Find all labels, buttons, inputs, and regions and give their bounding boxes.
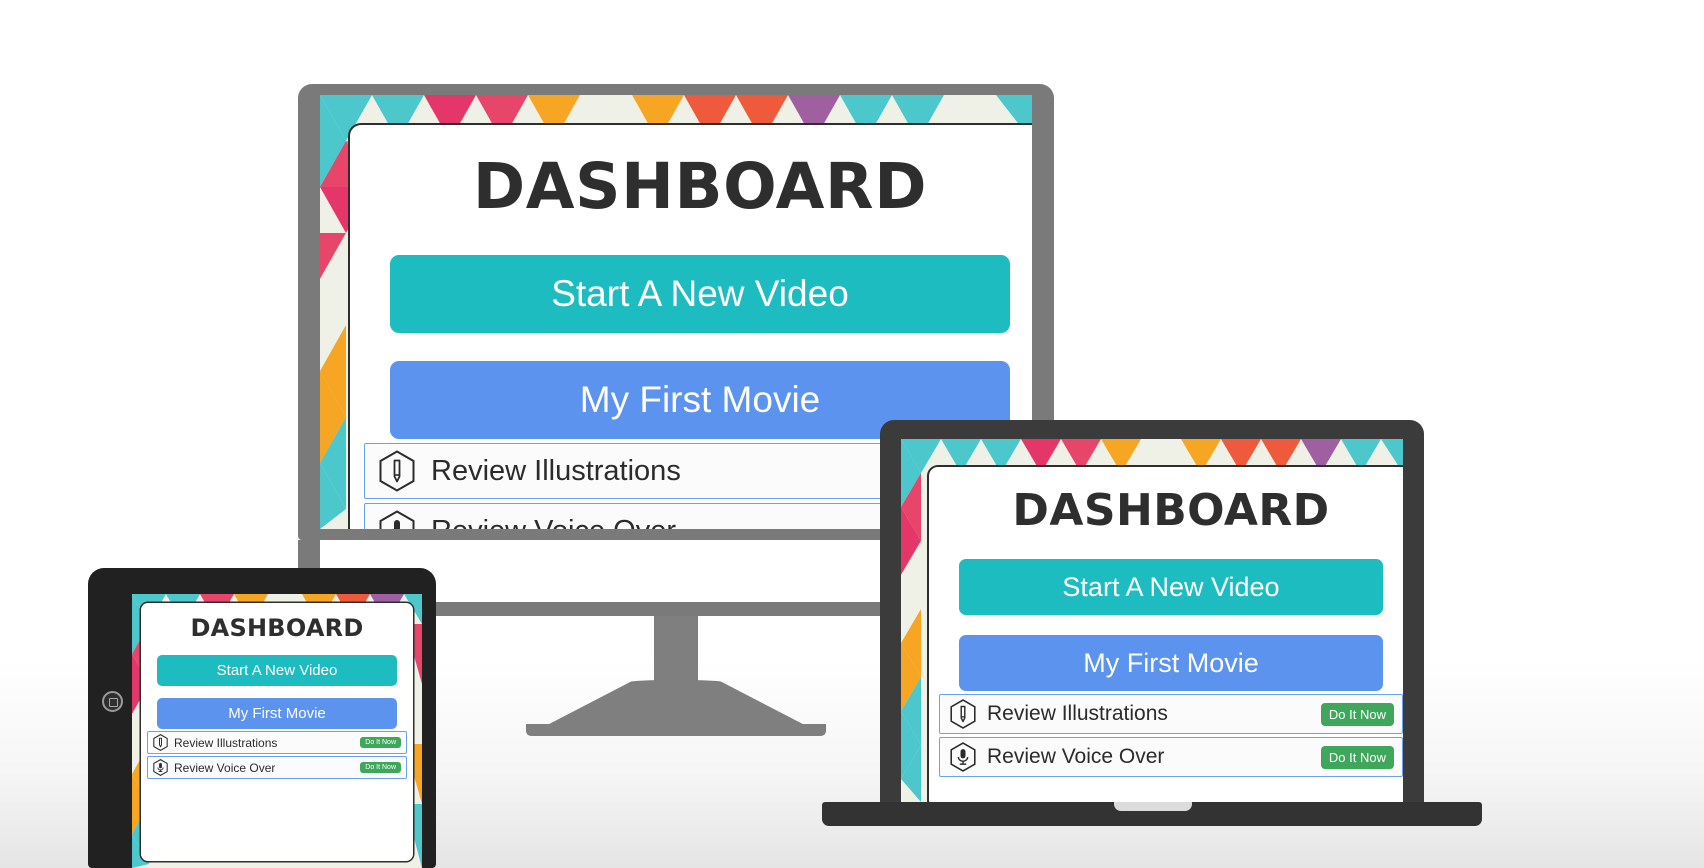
pen-hexagon-icon	[379, 450, 415, 492]
page-title: DASHBOARD	[190, 614, 364, 642]
start-a-new-video-button[interactable]: Start A New Video	[959, 559, 1383, 615]
scene-root: DASHBOARD Start A New Video My First Mov…	[0, 0, 1704, 868]
task-label: Review Illustrations	[431, 454, 681, 487]
start-a-new-video-button[interactable]: Start A New Video	[157, 655, 397, 686]
task-row[interactable]: Review Illustrations Do It Now	[147, 731, 407, 754]
task-row[interactable]: Review Illustrations Do It Now	[939, 694, 1403, 734]
task-row-content: Review Illustrations	[950, 699, 1321, 729]
laptop-bezel: DASHBOARD Start A New Video My First Mov…	[880, 420, 1424, 802]
task-label: Review Voice Over	[431, 515, 676, 530]
microphone-hexagon-icon	[379, 510, 415, 529]
do-it-now-button[interactable]: Do It Now	[360, 762, 401, 773]
do-it-now-button[interactable]: Do It Now	[1320, 702, 1394, 726]
tablet-screen: DASHBOARD Start A New Video My First Mov…	[132, 594, 422, 868]
pen-hexagon-icon	[950, 699, 976, 729]
tablet-device: DASHBOARD Start A New Video My First Mov…	[88, 568, 436, 868]
microphone-hexagon-icon	[153, 759, 168, 776]
monitor-stand-foot	[526, 724, 826, 736]
start-a-new-video-button[interactable]: Start A New Video	[390, 255, 1010, 333]
tablet-app-window: DASHBOARD Start A New Video My First Mov…	[141, 603, 413, 861]
task-label: Review Voice Over	[174, 760, 276, 775]
monitor-stand-neck	[654, 616, 698, 684]
task-label: Review Voice Over	[987, 745, 1165, 768]
laptop-screen: DASHBOARD Start A New Video My First Mov…	[901, 439, 1403, 802]
task-label: Review Illustrations	[987, 702, 1168, 725]
task-row-content: Review Voice Over	[950, 742, 1321, 772]
page-title: DASHBOARD	[1012, 485, 1330, 536]
task-row[interactable]: Review Voice Over Do It Now	[939, 737, 1403, 777]
task-row-content: Review Illustrations	[153, 734, 360, 751]
home-button-icon[interactable]	[102, 691, 123, 712]
microphone-hexagon-icon	[950, 742, 976, 772]
laptop-app-window: DASHBOARD Start A New Video My First Mov…	[929, 467, 1403, 802]
task-label: Review Illustrations	[174, 735, 278, 750]
task-row-content: Review Voice Over	[379, 510, 924, 529]
tablet-bezel: DASHBOARD Start A New Video My First Mov…	[88, 568, 436, 868]
my-first-movie-button[interactable]: My First Movie	[959, 635, 1383, 691]
do-it-now-button[interactable]: Do It Now	[1320, 745, 1394, 769]
pen-hexagon-icon	[153, 734, 168, 751]
page-title: DASHBOARD	[472, 150, 928, 223]
do-it-now-button[interactable]: Do It Now	[360, 737, 401, 748]
task-row[interactable]: Review Voice Over Do It Now	[147, 756, 407, 779]
laptop-base-notch	[1114, 802, 1192, 811]
laptop-device: DASHBOARD Start A New Video My First Mov…	[822, 420, 1492, 868]
my-first-movie-button[interactable]: My First Movie	[157, 698, 397, 729]
task-row-content: Review Illustrations	[379, 450, 924, 492]
task-row-content: Review Voice Over	[153, 759, 360, 776]
